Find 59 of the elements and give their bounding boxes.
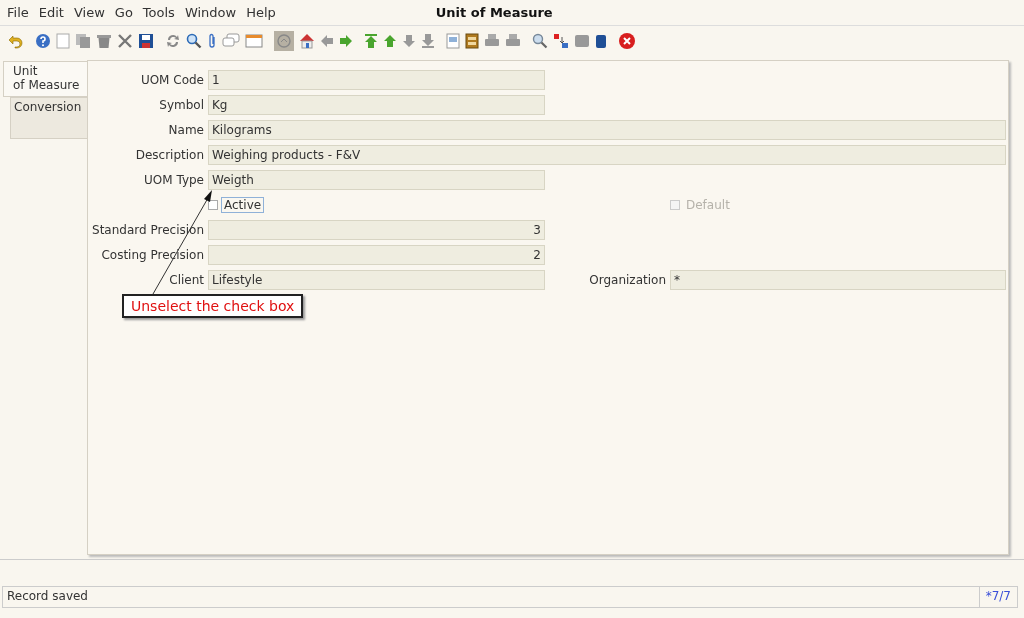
up-arrow-icon[interactable] bbox=[383, 34, 397, 48]
trash-icon[interactable] bbox=[96, 33, 112, 49]
help-icon[interactable] bbox=[35, 33, 51, 49]
menu-item[interactable]: Window bbox=[184, 5, 237, 20]
callout-box: Unselect the check box bbox=[122, 294, 304, 318]
checkbox-label: Active bbox=[221, 197, 265, 213]
report-icon[interactable] bbox=[446, 33, 460, 49]
field-label: Standard Precision bbox=[91, 223, 204, 237]
workflow-icon[interactable] bbox=[553, 33, 569, 49]
right-arrow-icon[interactable] bbox=[339, 34, 353, 48]
document-icon[interactable] bbox=[56, 33, 70, 49]
checkbox[interactable] bbox=[208, 200, 218, 210]
field-label: UOM Type bbox=[143, 173, 204, 187]
menu-item[interactable]: Go bbox=[114, 5, 133, 20]
menu-item[interactable]: View bbox=[73, 5, 105, 20]
bottom-arrow-icon[interactable] bbox=[421, 33, 435, 49]
field-label: Symbol bbox=[158, 98, 204, 112]
menu-item[interactable]: File bbox=[7, 5, 29, 20]
field-label: Description bbox=[134, 148, 204, 162]
field-label: Costing Precision bbox=[100, 248, 204, 262]
status-message: Record saved bbox=[6, 588, 89, 605]
left-arrow-icon[interactable] bbox=[320, 34, 334, 48]
field-label: Client bbox=[168, 273, 204, 287]
input-field[interactable]: 1 bbox=[208, 70, 545, 90]
field-label: Name bbox=[167, 123, 204, 137]
top-arrow-icon[interactable] bbox=[364, 33, 378, 49]
record-counter: *7/7 bbox=[978, 587, 1017, 607]
menu-item[interactable]: Help bbox=[246, 5, 276, 20]
menu-item[interactable]: Edit bbox=[38, 5, 64, 20]
input-field[interactable]: * bbox=[670, 270, 1006, 290]
down-arrow-icon[interactable] bbox=[402, 34, 416, 48]
undo-icon[interactable] bbox=[8, 33, 24, 49]
printer-icon[interactable] bbox=[484, 33, 500, 49]
home-icon[interactable] bbox=[299, 33, 315, 49]
field-label: UOM Code bbox=[139, 73, 204, 87]
save-icon[interactable] bbox=[138, 33, 154, 49]
printer-icon[interactable] bbox=[505, 33, 521, 49]
copy-icon[interactable] bbox=[75, 33, 91, 49]
input-field[interactable]: Lifestyle bbox=[208, 270, 545, 290]
input-field[interactable]: Weighing products - F&V bbox=[208, 145, 1006, 165]
field-label: Organization bbox=[588, 273, 666, 287]
window-icon[interactable] bbox=[245, 33, 263, 49]
menu-item[interactable]: Tools bbox=[142, 5, 175, 20]
close-icon[interactable] bbox=[618, 32, 636, 50]
checkbox-label: Default bbox=[685, 197, 731, 213]
window-title: Unit of Measure bbox=[435, 5, 553, 20]
search-icon[interactable] bbox=[186, 33, 202, 49]
input-field[interactable]: Weigth bbox=[208, 170, 545, 190]
input-field[interactable]: Kilograms bbox=[208, 120, 1006, 140]
chat-icon[interactable] bbox=[222, 33, 240, 49]
refresh-icon[interactable] bbox=[165, 33, 181, 49]
input-field[interactable]: 3 bbox=[208, 220, 545, 240]
archive-icon[interactable] bbox=[465, 33, 479, 49]
paperclip-icon[interactable] bbox=[207, 33, 217, 49]
input-field[interactable]: 2 bbox=[208, 245, 545, 265]
tab[interactable]: Unit of Measure bbox=[3, 61, 87, 97]
zoom-icon[interactable] bbox=[532, 33, 548, 49]
tab[interactable]: Conversion bbox=[10, 97, 87, 139]
input-field[interactable]: Kg bbox=[208, 95, 545, 115]
